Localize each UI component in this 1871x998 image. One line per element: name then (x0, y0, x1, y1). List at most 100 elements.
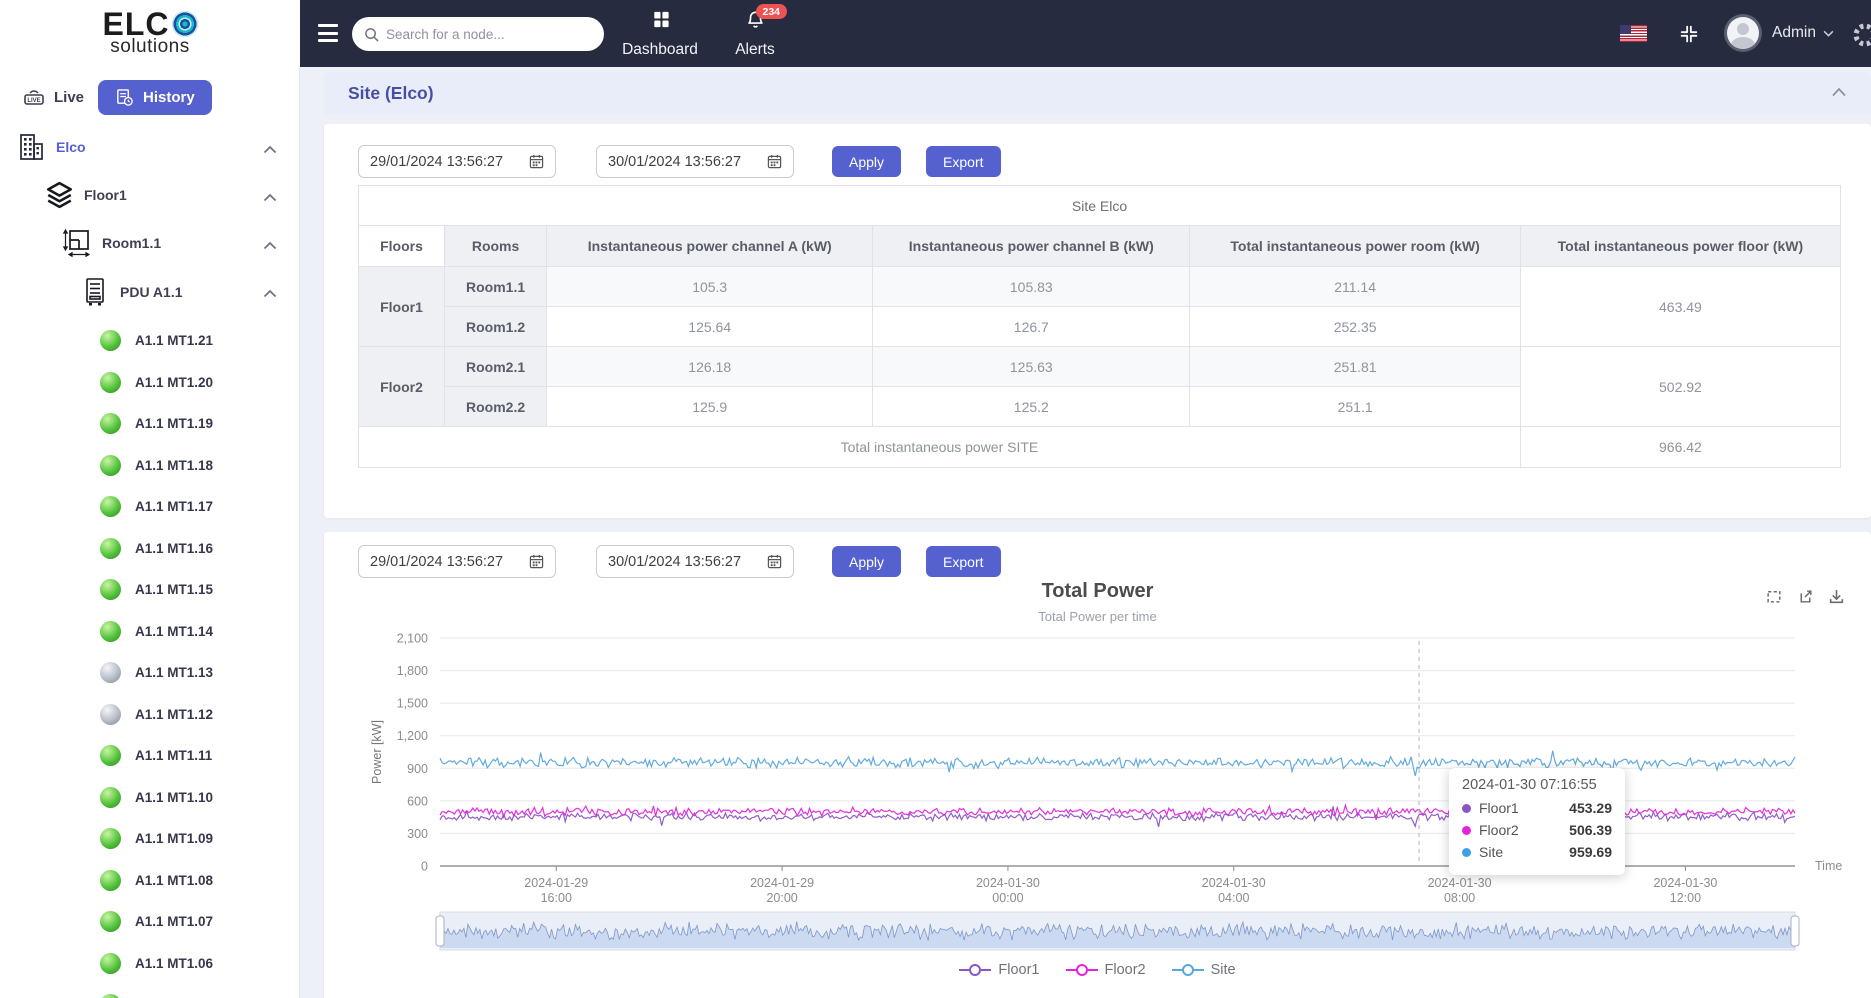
download-chart-icon[interactable] (1828, 588, 1845, 605)
nav-alerts[interactable]: 234 Alerts (714, 9, 796, 59)
brand-logo[interactable]: ELC solutions (0, 0, 300, 67)
meter-item[interactable]: A1.1 MT1.09 (0, 818, 299, 860)
meter-item[interactable]: A1.1 MT1.07 (0, 901, 299, 943)
settings-gear-icon[interactable] (1850, 20, 1871, 55)
table-date-controls: 29/01/2024 13:56:27 30/01/2024 13:56:27 (358, 145, 1001, 178)
user-name: Admin (1772, 24, 1816, 42)
y-tick-label: 1,500 (397, 697, 428, 711)
nav-dashboard[interactable]: Dashboard (612, 9, 708, 59)
status-dot-online (100, 538, 121, 559)
search-input[interactable] (386, 27, 592, 42)
meter-item[interactable]: A1.1 MT1.06 (0, 943, 299, 985)
x-tick-date: 2024-01-30 (1202, 876, 1266, 890)
tree-node-floor1[interactable]: Floor1 (0, 171, 299, 219)
meter-item[interactable]: A1.1 MT1.08 (0, 860, 299, 902)
chart-legend: Floor1 Floor2 Site (324, 962, 1871, 978)
language-us-flag-icon[interactable] (1620, 25, 1647, 42)
meter-item[interactable]: A1.1 MT1.13 (0, 652, 299, 694)
navigator-handle-right[interactable] (1791, 916, 1799, 946)
sidebar: LIVE Live History (0, 67, 300, 998)
meter-item[interactable]: A1.1 MT1.19 (0, 403, 299, 445)
node-search (352, 17, 604, 51)
table-cell: 251.81 (1190, 347, 1520, 387)
legend-item-floor1[interactable]: Floor1 (959, 962, 1039, 978)
tab-history[interactable]: History (98, 80, 212, 115)
navigator-handle-left[interactable] (436, 916, 444, 946)
calendar-icon[interactable] (767, 154, 782, 169)
export-button[interactable]: Export (926, 146, 1000, 177)
meter-item[interactable]: A1.1 MT1.14 (0, 611, 299, 653)
y-tick-label: 1,200 (397, 729, 428, 743)
status-dot-online (100, 413, 121, 434)
tree-node-pdu-a1-1[interactable]: PDU A1.1 (0, 267, 299, 317)
table-cell: 463.49 (1520, 267, 1840, 347)
zoom-reset-icon[interactable] (1797, 588, 1814, 605)
tab-live-label: Live (54, 89, 84, 106)
meter-item[interactable]: A1.1 MT1.21 (0, 320, 299, 362)
chevron-up-icon[interactable] (263, 237, 277, 255)
meter-label: A1.1 MT1.14 (135, 624, 213, 639)
collapse-chevron-icon[interactable] (1831, 84, 1847, 102)
series-dot-icon (1462, 804, 1471, 813)
nav-dashboard-label: Dashboard (622, 41, 698, 59)
legend-item-floor2[interactable]: Floor2 (1066, 962, 1146, 978)
tooltip-row: Site959.69 (1462, 844, 1612, 860)
brand-name-solutions: solutions (110, 36, 190, 58)
menu-icon[interactable] (318, 24, 338, 42)
tree-node-room1-1[interactable]: Room1.1 (0, 219, 299, 267)
calendar-icon[interactable] (767, 554, 782, 569)
y-tick-label: 2,100 (397, 632, 428, 646)
x-tick-time: 08:00 (1444, 891, 1475, 905)
tree-node-elco[interactable]: Elco (0, 123, 299, 171)
chart-date-controls: 29/01/2024 13:56:27 30/01/2024 13:56:27 (358, 545, 1001, 578)
meter-item[interactable]: A1.1 MT1.12 (0, 694, 299, 736)
fullscreen-compress-icon[interactable] (1678, 23, 1700, 50)
date-to-input[interactable]: 30/01/2024 13:56:27 (596, 145, 794, 178)
legend-item-site[interactable]: Site (1172, 962, 1236, 978)
calendar-icon[interactable] (529, 554, 544, 569)
table-cell: Floor1 (359, 267, 445, 347)
meter-item[interactable] (0, 984, 299, 998)
nav-alerts-label: Alerts (735, 41, 775, 59)
status-dot-online (100, 745, 121, 766)
status-dot-offline (100, 704, 121, 725)
x-tick-time: 16:00 (541, 891, 572, 905)
meter-item[interactable]: A1.1 MT1.20 (0, 362, 299, 404)
table-footer-row: Total instantaneous power SITE 966.42 (359, 427, 1841, 468)
status-dot-online (100, 953, 121, 974)
live-icon: LIVE (22, 87, 46, 107)
legend-label: Site (1211, 962, 1236, 978)
chevron-up-icon[interactable] (263, 189, 277, 207)
meter-item[interactable]: A1.1 MT1.16 (0, 528, 299, 570)
meter-item[interactable]: A1.1 MT1.10 (0, 777, 299, 819)
date-from-input[interactable]: 29/01/2024 13:56:27 (358, 545, 556, 578)
date-from-input[interactable]: 29/01/2024 13:56:27 (358, 145, 556, 178)
date-to-input[interactable]: 30/01/2024 13:56:27 (596, 545, 794, 578)
chevron-up-icon[interactable] (263, 141, 277, 159)
meter-item[interactable]: A1.1 MT1.17 (0, 486, 299, 528)
x-tick-date: 2024-01-30 (1428, 876, 1492, 890)
tab-live[interactable]: LIVE Live (12, 79, 94, 115)
user-menu[interactable]: Admin (1772, 24, 1834, 42)
total-power-chart[interactable]: 03006009001,2001,5001,8002,100Power [kW]… (324, 622, 1871, 962)
apply-button[interactable]: Apply (832, 546, 901, 577)
site-table-card: 29/01/2024 13:56:27 30/01/2024 13:56:27 (324, 124, 1871, 518)
meter-item[interactable]: A1.1 MT1.18 (0, 445, 299, 487)
apply-button[interactable]: Apply (832, 146, 901, 177)
column-header: Floors (359, 226, 445, 267)
chart-toolbox (1766, 588, 1845, 605)
meter-label: A1.1 MT1.20 (135, 375, 213, 390)
calendar-icon[interactable] (529, 154, 544, 169)
meter-label: A1.1 MT1.19 (135, 416, 213, 431)
user-avatar[interactable] (1724, 14, 1762, 52)
export-button[interactable]: Export (926, 546, 1000, 577)
total-power-card: 29/01/2024 13:56:27 30/01/2024 13:56:27 (324, 532, 1871, 998)
zoom-select-icon[interactable] (1766, 588, 1783, 605)
table-row: Floor1Room1.1105.3105.83211.14463.49 (359, 267, 1841, 307)
meter-item[interactable]: A1.1 MT1.11 (0, 735, 299, 777)
meter-item[interactable]: A1.1 MT1.15 (0, 569, 299, 611)
column-header: Total instantaneous power room (kW) (1190, 226, 1520, 267)
chevron-up-icon[interactable] (263, 285, 277, 303)
tooltip-timestamp: 2024-01-30 07:16:55 (1462, 777, 1612, 793)
tree-node-pdu-a1-1-label: PDU A1.1 (120, 284, 183, 300)
